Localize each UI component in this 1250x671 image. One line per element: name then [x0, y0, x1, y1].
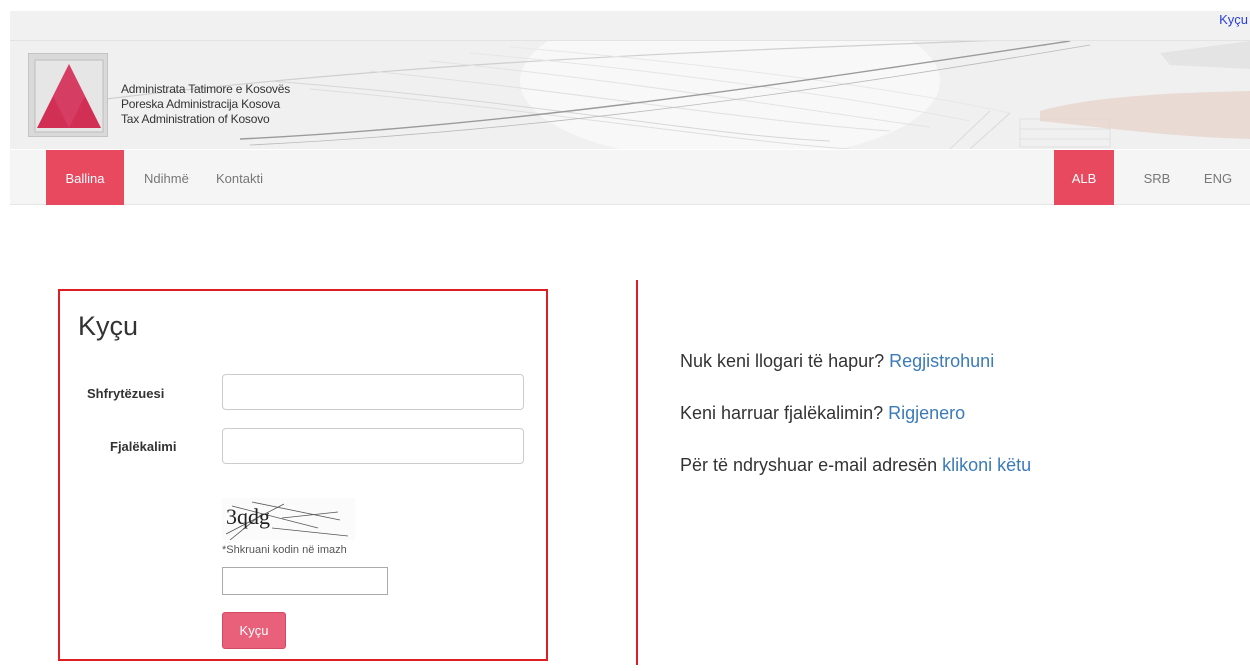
lang-srb[interactable]: SRB: [1135, 150, 1179, 205]
top-strip: [10, 11, 1250, 40]
navbar: Ballina Ndihmë Kontakti ALB SRB ENG: [10, 150, 1250, 205]
password-input[interactable]: [222, 428, 524, 464]
email-text: Për të ndryshuar e-mail adresën: [680, 455, 938, 475]
login-panel: Kyçu Shfrytëzuesi Fjalëkalimi 3qdg *Shkr…: [58, 289, 548, 661]
org-name-serbian: Poreska Administracija Kosova: [121, 97, 280, 111]
header-banner: Administrata Tatimore e Kosovës Poreska …: [10, 40, 1250, 149]
captcha-input[interactable]: [222, 567, 388, 595]
forgot-link[interactable]: Rigjenero: [888, 403, 965, 423]
top-login-link[interactable]: Kyçu: [1219, 12, 1248, 27]
org-names: Administrata Tatimore e Kosovës Poreska …: [121, 82, 290, 127]
username-input[interactable]: [222, 374, 524, 410]
forgot-line: Keni harruar fjalëkalimin? Rigjenero: [680, 403, 965, 424]
org-name-english: Tax Administration of Kosovo: [121, 112, 270, 126]
forgot-text: Keni harruar fjalëkalimin?: [680, 403, 884, 423]
page: Kyçu Administrata Tatimore e Kosovës Por…: [0, 0, 1250, 671]
password-label: Fjalëkalimi: [110, 439, 177, 454]
email-change-link[interactable]: klikoni këtu: [942, 455, 1031, 475]
username-label: Shfrytëzuesi: [87, 386, 165, 401]
email-line: Për të ndryshuar e-mail adresën klikoni …: [680, 455, 1031, 476]
lang-alb[interactable]: ALB: [1054, 150, 1114, 205]
nav-item-kontakti[interactable]: Kontakti: [216, 150, 263, 205]
login-submit-button[interactable]: Kyçu: [222, 612, 286, 649]
captcha-image: 3qdg: [222, 498, 355, 540]
lang-eng[interactable]: ENG: [1193, 150, 1243, 205]
org-name-albanian: Administrata Tatimore e Kosovës: [121, 82, 290, 96]
login-title: Kyçu: [78, 311, 139, 341]
register-text: Nuk keni llogari të hapur?: [680, 351, 885, 371]
logo: [28, 53, 108, 137]
register-link[interactable]: Regjistrohuni: [889, 351, 994, 371]
triangle-logo-icon: [34, 59, 104, 133]
vertical-divider: [636, 280, 638, 665]
nav-item-ballina[interactable]: Ballina: [46, 150, 124, 205]
nav-item-ndihme[interactable]: Ndihmë: [144, 150, 189, 205]
register-line: Nuk keni llogari të hapur? Regjistrohuni: [680, 351, 994, 372]
captcha-text: 3qdg: [226, 504, 270, 529]
captcha-note: *Shkruani kodin në imazh: [222, 544, 347, 556]
